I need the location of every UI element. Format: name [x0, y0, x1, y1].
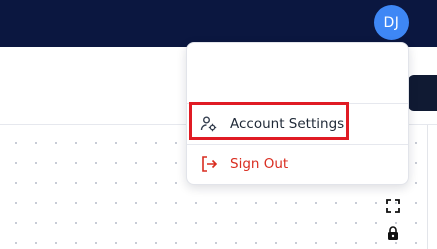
- top-navigation-bar: DJ: [0, 0, 437, 47]
- account-settings-label: Account Settings: [230, 116, 345, 132]
- sign-out-icon: [200, 155, 218, 173]
- menu-divider: [187, 103, 408, 104]
- expand-icon[interactable]: [386, 199, 400, 213]
- user-settings-icon: [200, 115, 218, 133]
- toolbar-button[interactable]: [408, 75, 437, 111]
- sign-out-label: Sign Out: [230, 156, 289, 172]
- user-dropdown-menu: Account Settings Sign Out: [186, 42, 409, 185]
- lock-icon[interactable]: [387, 226, 399, 240]
- menu-item-account-settings[interactable]: Account Settings: [187, 105, 408, 143]
- menu-item-sign-out[interactable]: Sign Out: [187, 145, 408, 183]
- user-avatar[interactable]: DJ: [374, 5, 409, 40]
